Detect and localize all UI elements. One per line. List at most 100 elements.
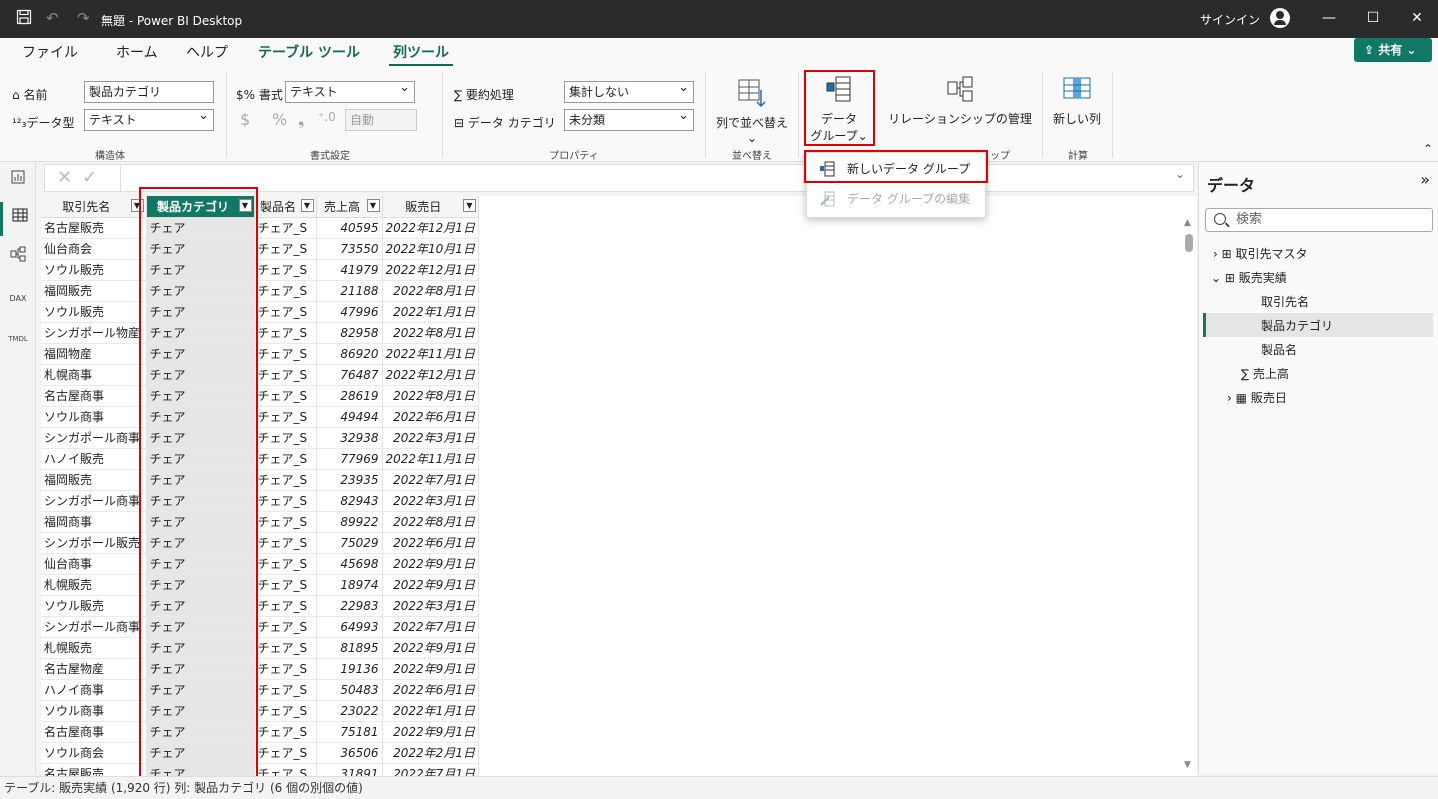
cell-sales[interactable]: 73550	[316, 238, 383, 260]
chevron-right-icon[interactable]: ›	[1213, 247, 1218, 261]
maximize-button[interactable]: ☐	[1350, 0, 1396, 38]
filter-dropdown-icon[interactable]: ▼	[300, 199, 314, 212]
cell-customer[interactable]: ソウル商事	[41, 700, 147, 722]
cell-product[interactable]: チェア_S	[254, 238, 317, 260]
cell-product[interactable]: チェア_S	[254, 259, 317, 281]
name-field[interactable]: 製品カテゴリ	[84, 81, 214, 103]
cell-date[interactable]: 2022年3月1日	[382, 490, 479, 512]
cell-product[interactable]: チェア_S	[254, 658, 317, 680]
dax-query-view-icon[interactable]: DAX	[0, 282, 36, 316]
cell-customer[interactable]: 名古屋販売	[41, 763, 147, 776]
cell-sales[interactable]: 21188	[316, 280, 383, 302]
field-category[interactable]: 製品カテゴリ	[1261, 314, 1333, 338]
cell-product[interactable]: チェア_S	[254, 217, 317, 239]
cell-sales[interactable]: 82958	[316, 322, 383, 344]
comma-button[interactable]: ❟	[298, 110, 304, 130]
cell-sales[interactable]: 32938	[316, 427, 383, 449]
cell-customer[interactable]: 福岡商事	[41, 511, 147, 533]
cell-product[interactable]: チェア_S	[254, 490, 317, 512]
cell-sales[interactable]: 89922	[316, 511, 383, 533]
cell-product[interactable]: チェア_S	[254, 700, 317, 722]
cell-date[interactable]: 2022年2月1日	[382, 742, 479, 764]
cell-product[interactable]: チェア_S	[254, 616, 317, 638]
report-view-icon[interactable]	[0, 164, 36, 198]
cell-product[interactable]: チェア_S	[254, 301, 317, 323]
cell-date[interactable]: 2022年6月1日	[382, 679, 479, 701]
cell-product[interactable]: チェア_S	[254, 343, 317, 365]
tab-file[interactable]: ファイル	[22, 42, 78, 62]
cell-product[interactable]: チェア_S	[254, 322, 317, 344]
cell-customer[interactable]: 福岡物産	[41, 343, 147, 365]
cell-date[interactable]: 2022年8月1日	[382, 385, 479, 407]
cell-customer[interactable]: ソウル販売	[41, 259, 147, 281]
data-category-select[interactable]: 未分類	[564, 106, 694, 131]
cell-date[interactable]: 2022年11月1日	[382, 343, 479, 365]
cell-product[interactable]: チェア_S	[254, 721, 317, 743]
cell-sales[interactable]: 23022	[316, 700, 383, 722]
decimal-icon[interactable]: ⁺.0	[318, 110, 336, 124]
cell-date[interactable]: 2022年12月1日	[382, 259, 479, 281]
format-select[interactable]: テキスト	[285, 78, 415, 103]
cell-sales[interactable]: 86920	[316, 343, 383, 365]
cell-sales[interactable]: 75029	[316, 532, 383, 554]
summarize-select[interactable]: 集計しない	[564, 78, 694, 103]
cell-date[interactable]: 2022年7月1日	[382, 616, 479, 638]
undo-icon[interactable]: ↶	[46, 9, 59, 27]
tab-help[interactable]: ヘルプ	[186, 42, 228, 62]
cell-date[interactable]: 2022年9月1日	[382, 658, 479, 680]
cell-sales[interactable]: 64993	[316, 616, 383, 638]
chevron-down-icon[interactable]: ⌄	[1211, 271, 1221, 285]
cell-date[interactable]: 2022年12月1日	[382, 364, 479, 386]
field-date[interactable]: › ▦ 販売日	[1227, 386, 1287, 410]
collapse-ribbon-icon[interactable]: ⌃	[1423, 142, 1433, 156]
cell-customer[interactable]: 札幌販売	[41, 574, 147, 596]
cell-date[interactable]: 2022年6月1日	[382, 532, 479, 554]
share-button[interactable]: ⇪ 共有 ⌄	[1354, 38, 1432, 62]
model-view-icon[interactable]	[0, 242, 36, 276]
redo-icon[interactable]: ↷	[77, 9, 90, 27]
chevron-right-icon[interactable]: ›	[1227, 391, 1232, 405]
cell-sales[interactable]: 77969	[316, 448, 383, 470]
cell-date[interactable]: 2022年9月1日	[382, 637, 479, 659]
cell-date[interactable]: 2022年7月1日	[382, 469, 479, 491]
field-sales[interactable]: ∑ 売上高	[1241, 362, 1289, 386]
cell-date[interactable]: 2022年1月1日	[382, 301, 479, 323]
percent-button[interactable]: %	[272, 110, 287, 129]
scroll-down-icon[interactable]: ▼	[1184, 760, 1191, 770]
cell-sales[interactable]: 81895	[316, 637, 383, 659]
cell-product[interactable]: チェア_S	[254, 679, 317, 701]
cell-sales[interactable]: 47996	[316, 301, 383, 323]
cell-customer[interactable]: ソウル商事	[41, 406, 147, 428]
cell-customer[interactable]: 名古屋物産	[41, 658, 147, 680]
tab-home[interactable]: ホーム	[116, 42, 158, 62]
cell-date[interactable]: 2022年8月1日	[382, 511, 479, 533]
cell-customer[interactable]: 名古屋商事	[41, 385, 147, 407]
cancel-icon[interactable]: ✕	[57, 167, 82, 188]
cell-sales[interactable]: 76487	[316, 364, 383, 386]
new-column-button[interactable]: 新しい列	[1048, 74, 1106, 127]
cell-product[interactable]: チェア_S	[254, 406, 317, 428]
cell-customer[interactable]: ソウル販売	[41, 301, 147, 323]
cell-sales[interactable]: 23935	[316, 469, 383, 491]
sort-by-column-button[interactable]: 列で並べ替え ⌄	[710, 76, 794, 145]
cell-date[interactable]: 2022年8月1日	[382, 280, 479, 302]
cell-product[interactable]: チェア_S	[254, 469, 317, 491]
cell-customer[interactable]: ソウル販売	[41, 595, 147, 617]
cell-customer[interactable]: シンガポール商事	[41, 427, 147, 449]
tmdl-view-icon[interactable]: TMDL	[0, 322, 36, 356]
column-header-date[interactable]: 販売日 ▼	[382, 196, 479, 218]
cell-date[interactable]: 2022年12月1日	[382, 217, 479, 239]
cell-product[interactable]: チェア_S	[254, 574, 317, 596]
collapse-pane-icon[interactable]: »	[1420, 170, 1430, 189]
save-icon[interactable]	[16, 9, 32, 29]
column-header-customer[interactable]: 取引先名 ▼	[41, 196, 147, 218]
table-node-sales[interactable]: ⌄ ⊞ 販売実績	[1211, 266, 1287, 290]
table-node-customers[interactable]: › ⊞ 取引先マスタ	[1213, 242, 1308, 266]
cell-sales[interactable]: 82943	[316, 490, 383, 512]
tab-column-tools[interactable]: 列ツール	[389, 42, 453, 67]
cell-sales[interactable]: 45698	[316, 553, 383, 575]
check-icon[interactable]: ✓	[82, 167, 107, 188]
filter-dropdown-icon[interactable]: ▼	[462, 199, 476, 212]
cell-product[interactable]: チェア_S	[254, 742, 317, 764]
cell-customer[interactable]: 福岡販売	[41, 469, 147, 491]
